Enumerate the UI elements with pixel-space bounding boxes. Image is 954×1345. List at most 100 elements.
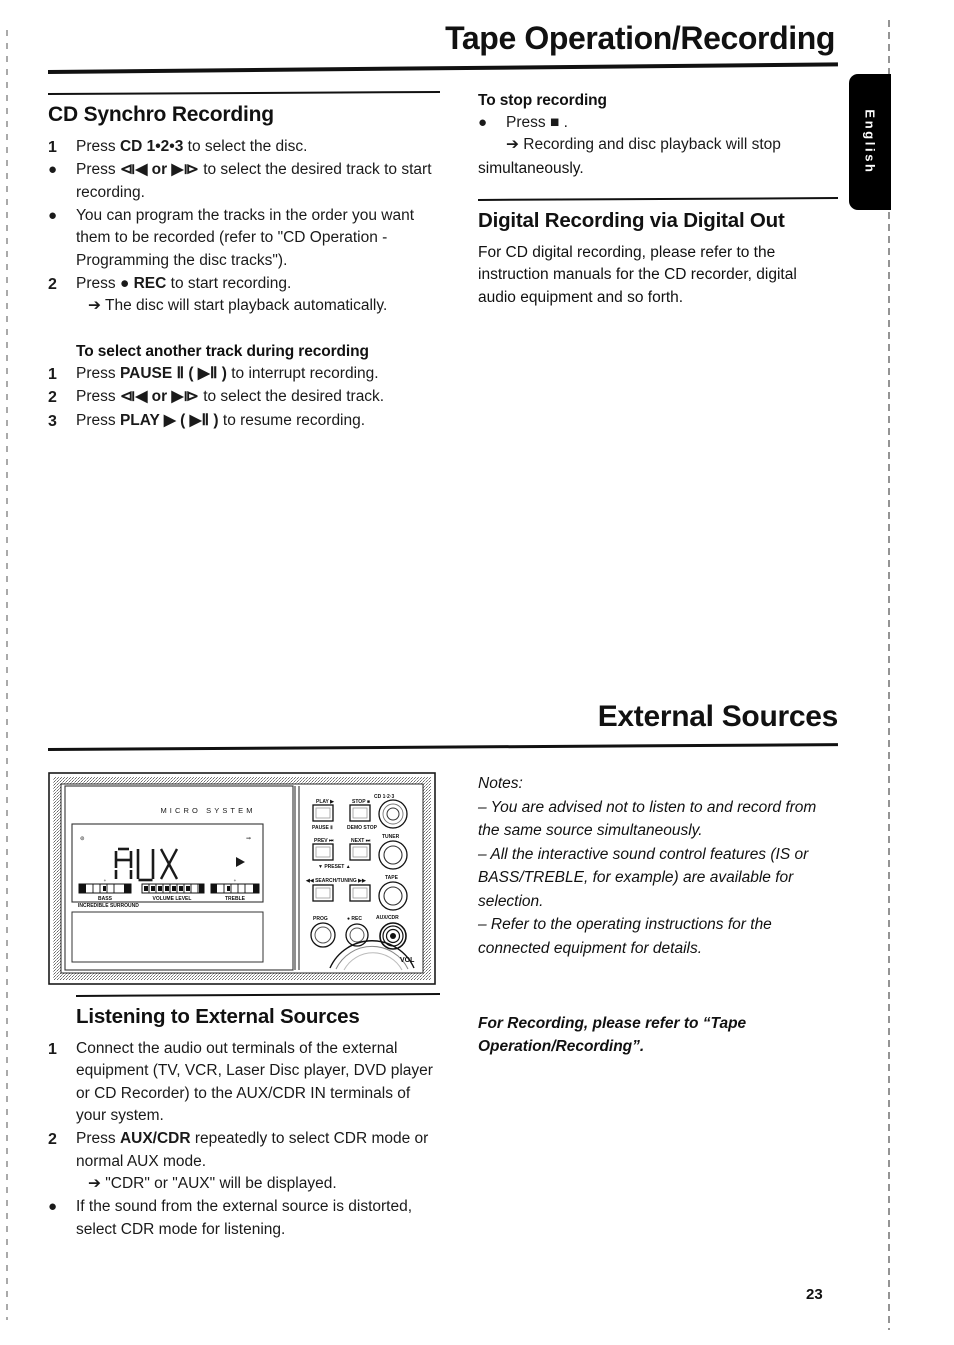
label-prev: PREV ⏮ <box>314 838 334 844</box>
language-tab: English <box>849 74 891 210</box>
note-item: – You are advised not to listen to and r… <box>478 798 817 840</box>
step-text-before: Press <box>76 411 120 429</box>
svg-text:+: + <box>104 878 107 883</box>
label-play: PLAY ▶ <box>316 799 335 805</box>
step-text-before: Press <box>76 388 120 406</box>
svg-text:+: + <box>234 878 237 883</box>
step-text-after: to select the desired track. <box>198 388 385 406</box>
step-text-after: . <box>559 114 568 131</box>
digital-recording-section: Digital Recording via Digital Out For CD… <box>477 197 839 309</box>
step-text-before: Press <box>76 1130 120 1148</box>
label-pause: PAUSE Ⅱ <box>312 824 333 831</box>
stop-recording-heading: To stop recording <box>478 92 607 109</box>
label-aux-cdr: AUX/CDR <box>376 915 399 921</box>
step-marker: 2 <box>48 275 57 293</box>
digital-recording-body: For CD digital recording, please refer t… <box>478 244 797 306</box>
label-rec: ● REC <box>347 916 362 922</box>
listening-heading: Listening to External Sources <box>76 1005 360 1028</box>
step-item: 1 Press PAUSE Ⅱ ( ▶Ⅱ ) to interrupt reco… <box>48 363 440 385</box>
svg-text:VOLUME LEVEL: VOLUME LEVEL <box>153 896 192 902</box>
digital-recording-heading: Digital Recording via Digital Out <box>478 209 785 232</box>
step-item: ● You can program the tracks in the orde… <box>48 205 440 272</box>
select-track-steps: 1 Press PAUSE Ⅱ ( ▶Ⅱ ) to interrupt reco… <box>48 363 440 432</box>
notes-label: Notes: <box>478 775 523 792</box>
step-text-after: to resume recording. <box>218 411 366 429</box>
external-sources-title: External Sources <box>597 700 839 733</box>
step-text-before: Press <box>506 114 550 131</box>
transport-glyphs: ⧏◀ or ▶⧐ <box>119 161 199 179</box>
title-rule <box>47 62 838 74</box>
illustration-brand-text: MICRO SYSTEM <box>160 806 255 815</box>
stop-recording-section: To stop recording ● Press ■ . ➔ Recordin… <box>478 92 838 180</box>
incredible-surround-label: INCREDIBLE SURROUND <box>78 903 139 909</box>
step-marker: 1 <box>48 1041 57 1058</box>
external-sources-rule <box>47 743 838 751</box>
transport-glyphs: ⧏◀ or ▶⧐ <box>119 388 199 406</box>
step-item: 1 Connect the audio out terminals of the… <box>48 1038 440 1127</box>
label-tape: TAPE <box>385 875 399 881</box>
step-item: ● Press ■ . ➔ Recording and disc playbac… <box>478 112 838 157</box>
label-preset: ▼ PRESET ▲ <box>318 864 351 870</box>
label-tuner: TUNER <box>382 834 400 840</box>
recording-note: For Recording, please refer to “Tape Ope… <box>478 1014 747 1055</box>
step-marker: ● <box>478 114 488 131</box>
step-marker: ● <box>48 1198 58 1216</box>
stop-glyph: ■ <box>549 114 560 131</box>
micro-system-illustration: MICRO SYSTEM ⊚ ⇛ + BASS INCREDIBLE SURRO… <box>48 772 436 985</box>
cd-synchro-heading: CD Synchro Recording <box>48 103 274 126</box>
step-text-after: Connect the audio out terminals of the e… <box>76 1040 433 1124</box>
listening-section: Listening to External Sources 1 Connect … <box>48 993 441 1242</box>
step-text-before: Press <box>76 365 120 382</box>
label-stop: STOP ■ <box>352 799 370 805</box>
step-marker: 2 <box>48 389 57 407</box>
step-marker: 2 <box>48 1131 57 1149</box>
step-text-after: to interrupt recording. <box>226 365 379 382</box>
section-rule <box>75 993 441 997</box>
arrow-note: ➔ The disc will start playback automatic… <box>88 297 388 315</box>
step-keyword: CD 1•2•3 <box>119 138 184 155</box>
step-item: 2 Press ● REC to start recording. ➔ The … <box>48 273 440 318</box>
svg-text:⇛: ⇛ <box>246 836 251 842</box>
step-text-before: Press <box>76 274 120 292</box>
step-text-after: to start recording. <box>166 274 292 292</box>
note-item: – All the interactive sound control feat… <box>478 845 809 910</box>
step-text-before: Press <box>76 138 120 155</box>
step-marker: ● <box>48 161 58 179</box>
step-keyword: ● REC <box>119 274 167 292</box>
page-title: Tape Operation/Recording <box>445 20 835 56</box>
step-marker: 1 <box>48 139 57 156</box>
label-search-tuning: ◀◀ SEARCH/TUNING ▶▶ <box>305 878 367 884</box>
page-number: 23 <box>806 1286 823 1303</box>
svg-text:BASS: BASS <box>98 896 113 902</box>
scan-edge-right <box>888 20 890 1330</box>
section-rule <box>47 90 441 96</box>
step-text-after: If the sound from the external source is… <box>76 1198 413 1238</box>
label-vol: VOL <box>400 957 415 964</box>
label-cd-123: CD 1·2·3 <box>374 794 395 800</box>
step-marker: 1 <box>48 366 57 383</box>
step-marker: ● <box>48 206 58 224</box>
step-text-after: to select the disc. <box>183 138 308 155</box>
select-track-section: To select another track during recording… <box>48 343 440 433</box>
step-item: 1 Press CD 1•2•3 to select the disc. <box>48 136 440 158</box>
scan-edge-left <box>6 30 8 1320</box>
notes-list: Notes: – You are advised not to listen t… <box>478 772 838 960</box>
stop-recording-steps: ● Press ■ . ➔ Recording and disc playbac… <box>478 112 838 157</box>
svg-text:⊚: ⊚ <box>80 836 85 842</box>
arrow-note: ➔ "CDR" or "AUX" will be displayed. <box>88 1174 337 1192</box>
step-item: 2 Press ⧏◀ or ▶⧐ to select the desired t… <box>48 386 440 408</box>
step-keyword: PLAY ▶ ( ▶Ⅱ ) <box>119 411 219 429</box>
svg-text:TREBLE: TREBLE <box>225 896 246 902</box>
section-rule <box>477 197 839 201</box>
step-keyword: PAUSE Ⅱ ( ▶Ⅱ ) <box>119 365 227 382</box>
cd-synchro-steps: 1 Press CD 1•2•3 to select the disc. ● P… <box>48 136 440 318</box>
select-track-heading: To select another track during recording <box>76 343 369 360</box>
recording-note-block: For Recording, please refer to “Tape Ope… <box>478 996 808 1074</box>
language-tab-label: English <box>862 109 878 175</box>
label-demo-stop: DEMO STOP <box>347 825 378 831</box>
step-text-after: You can program the tracks in the order … <box>76 206 415 269</box>
step-item: 3 Press PLAY ▶ ( ▶Ⅱ ) to resume recordin… <box>48 410 440 432</box>
step-text-before: Press <box>76 161 120 179</box>
cd-synchro-section: CD Synchro Recording 1 Press CD 1•2•3 to… <box>47 90 441 319</box>
step-keyword: AUX/CDR <box>119 1130 191 1148</box>
